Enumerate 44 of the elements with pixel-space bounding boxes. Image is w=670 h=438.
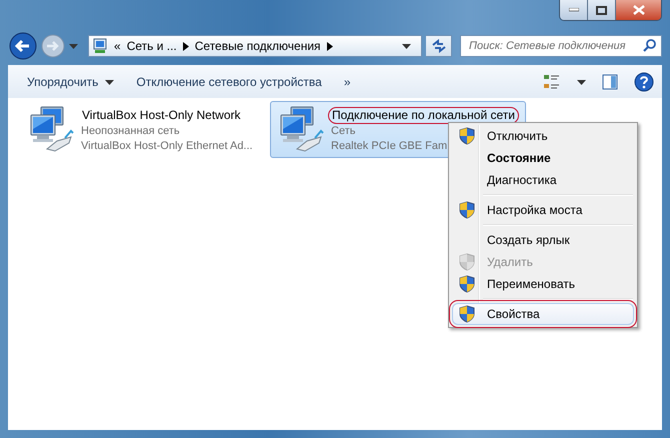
search-field[interactable]: Поиск: Сетевые подключения — [460, 35, 662, 57]
shield-icon — [459, 305, 475, 323]
menu-item[interactable]: Настройка моста — [452, 199, 634, 221]
connection-status: Неопознанная сеть — [81, 124, 180, 139]
connection-item[interactable]: VirtualBox Host-Only Network Неопознанная сеть VirtualBox Host-Only Ethernet Ad... — [20, 101, 260, 158]
shield-icon — [459, 275, 475, 293]
organize-menu[interactable]: Упорядочить — [27, 75, 114, 89]
breadcrumb-arrow-icon[interactable] — [182, 42, 189, 50]
close-icon — [632, 5, 644, 15]
minimize-icon — [568, 8, 578, 12]
back-button[interactable] — [9, 32, 37, 60]
menu-item[interactable]: Создать ярлык — [452, 229, 634, 251]
refresh-button[interactable] — [426, 35, 452, 57]
breadcrumb[interactable]: Сетевые подключения — [194, 39, 321, 53]
view-caret-icon[interactable] — [577, 80, 586, 84]
shield-icon — [459, 253, 475, 271]
forward-button[interactable] — [41, 34, 65, 58]
history-caret-icon[interactable] — [69, 44, 78, 48]
search-icon[interactable] — [643, 39, 656, 52]
shield-icon — [459, 201, 475, 219]
breadcrumb-arrow-icon[interactable] — [326, 42, 333, 50]
toolbar-button[interactable]: Отключение сетевого устройства — [136, 75, 322, 89]
caret-icon[interactable] — [105, 80, 114, 84]
connection-name: VirtualBox Host-Only Network — [81, 107, 242, 124]
shield-icon — [459, 127, 475, 145]
help-icon[interactable] — [634, 72, 654, 92]
address-dropdown-icon[interactable] — [402, 44, 411, 48]
breadcrumb[interactable]: Сеть и ... — [126, 39, 177, 53]
breadcrumb-overflow[interactable]: « — [114, 39, 121, 53]
minimize-button[interactable] — [560, 0, 588, 20]
maximize-icon — [596, 6, 607, 14]
preview-pane-icon[interactable] — [602, 74, 618, 90]
refresh-icon — [430, 39, 446, 53]
adapter-name: VirtualBox Host-Only Ethernet Ad... — [81, 139, 253, 154]
close-button[interactable] — [616, 0, 661, 20]
maximize-button[interactable] — [588, 0, 616, 20]
adapter-name: Realtek PCIe GBE Fam — [331, 139, 448, 154]
menu-item[interactable]: Диагностика — [452, 169, 634, 191]
network-folder-icon — [92, 38, 108, 54]
menu-item[interactable]: Переименовать — [452, 273, 634, 295]
menu-item[interactable]: Свойства — [452, 303, 634, 325]
connection-status: Сеть — [331, 124, 356, 139]
view-options-icon[interactable] — [543, 74, 561, 90]
more-button[interactable]: » — [344, 75, 350, 89]
